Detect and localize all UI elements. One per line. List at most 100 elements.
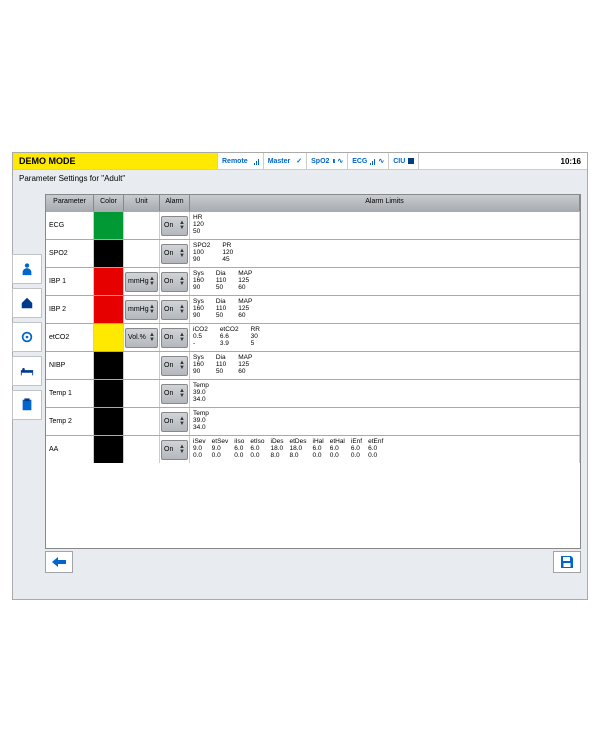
cell-alarm[interactable]: On▲▼ xyxy=(160,268,190,295)
stepper-arrows-icon: ▲▼ xyxy=(179,389,185,399)
status-master[interactable]: Master ✓ xyxy=(264,153,307,169)
sidebar-home[interactable] xyxy=(12,288,42,318)
cell-alarm[interactable]: On▲▼ xyxy=(160,408,190,435)
sidebar-bed[interactable] xyxy=(12,356,42,386)
cell-color[interactable] xyxy=(94,240,124,267)
color-swatch xyxy=(94,268,123,295)
cell-limits: Sys16090Dia11050MAP12560 xyxy=(190,352,580,379)
cell-parameter: Temp 1 xyxy=(46,380,94,407)
stepper-arrows-icon: ▲▼ xyxy=(179,277,185,287)
demo-mode-banner: DEMO MODE xyxy=(13,153,218,169)
cell-unit xyxy=(124,352,160,379)
color-swatch xyxy=(94,436,123,463)
cell-limits: iCO20.5-etCO26.63.9RR305 xyxy=(190,324,580,351)
stepper[interactable]: mmHg▲▼ xyxy=(125,272,158,292)
cell-alarm[interactable]: On▲▼ xyxy=(160,240,190,267)
stepper[interactable]: On▲▼ xyxy=(161,300,188,320)
table-row: AA On▲▼iSev9.00.0etSev9.00.0iIso6.00.0etI… xyxy=(46,435,580,463)
lines-icon: ıı xyxy=(332,158,334,165)
stepper[interactable]: On▲▼ xyxy=(161,328,188,348)
square-icon xyxy=(408,158,414,164)
table-row: IBP 1 mmHg▲▼On▲▼Sys16090Dia11050MAP12560 xyxy=(46,267,580,295)
table-row: IBP 2 mmHg▲▼On▲▼Sys16090Dia11050MAP12560 xyxy=(46,295,580,323)
cell-unit xyxy=(124,408,160,435)
stepper[interactable]: On▲▼ xyxy=(161,384,188,404)
cell-unit[interactable]: mmHg▲▼ xyxy=(124,268,160,295)
cell-unit xyxy=(124,240,160,267)
cell-alarm[interactable]: On▲▼ xyxy=(160,380,190,407)
cell-unit[interactable]: mmHg▲▼ xyxy=(124,296,160,323)
cell-color[interactable] xyxy=(94,380,124,407)
cell-alarm[interactable]: On▲▼ xyxy=(160,324,190,351)
cell-color[interactable] xyxy=(94,408,124,435)
cell-parameter: ECG xyxy=(46,212,94,239)
stepper-arrows-icon: ▲▼ xyxy=(179,445,185,455)
cell-color[interactable] xyxy=(94,268,124,295)
signal-bars-icon xyxy=(254,158,259,165)
cell-alarm[interactable]: On▲▼ xyxy=(160,212,190,239)
stepper[interactable]: On▲▼ xyxy=(161,356,188,376)
cell-limits: Sys16090Dia11050MAP12560 xyxy=(190,268,580,295)
check-icon: ✓ xyxy=(296,157,302,165)
wave-icon: ∿ xyxy=(378,157,384,165)
col-color: Color xyxy=(94,195,124,211)
stepper[interactable]: On▲▼ xyxy=(161,216,188,236)
status-remote[interactable]: Remote xyxy=(218,153,264,169)
stepper[interactable]: mmHg▲▼ xyxy=(125,300,158,320)
cell-color[interactable] xyxy=(94,436,124,463)
stepper[interactable]: On▲▼ xyxy=(161,440,188,460)
stepper[interactable]: On▲▼ xyxy=(161,412,188,432)
color-swatch xyxy=(94,408,123,435)
cell-parameter: AA xyxy=(46,436,94,463)
cell-limits: Sys16090Dia11050MAP12560 xyxy=(190,296,580,323)
home-icon xyxy=(20,296,34,310)
table-row: ECGOn▲▼HR12050 xyxy=(46,211,580,239)
arrow-left-icon xyxy=(52,557,66,567)
cell-parameter: IBP 2 xyxy=(46,296,94,323)
stepper[interactable]: On▲▼ xyxy=(161,272,188,292)
sidebar-clipboard[interactable] xyxy=(12,390,42,420)
color-swatch xyxy=(94,240,123,267)
color-swatch xyxy=(94,380,123,407)
col-alarm: Alarm xyxy=(160,195,190,211)
status-ecg[interactable]: ECG ∿ xyxy=(348,153,389,169)
cell-parameter: IBP 1 xyxy=(46,268,94,295)
cell-alarm[interactable]: On▲▼ xyxy=(160,296,190,323)
cell-unit xyxy=(124,436,160,463)
table-header: Parameter Color Unit Alarm Alarm Limits xyxy=(46,195,580,211)
status-spo2[interactable]: SpO2 ıı ∿ xyxy=(307,153,348,169)
stepper-arrows-icon: ▲▼ xyxy=(179,305,185,315)
cell-parameter: etCO2 xyxy=(46,324,94,351)
cell-color[interactable] xyxy=(94,296,124,323)
cell-parameter: SPO2 xyxy=(46,240,94,267)
table-row: NIBP On▲▼Sys16090Dia11050MAP12560 xyxy=(46,351,580,379)
sidebar-patient[interactable] xyxy=(12,254,42,284)
stepper-arrows-icon: ▲▼ xyxy=(179,221,185,231)
signal-bars-icon xyxy=(370,158,375,165)
color-swatch xyxy=(94,296,123,323)
cell-limits: iSev9.00.0etSev9.00.0iIso6.00.0etIso6.00… xyxy=(190,436,580,463)
cell-parameter: NIBP xyxy=(46,352,94,379)
cell-limits: Temp39.034.0 xyxy=(190,408,580,435)
stepper-arrows-icon: ▲▼ xyxy=(149,277,155,287)
stepper[interactable]: Vol.%▲▼ xyxy=(125,328,158,348)
color-swatch xyxy=(94,352,123,379)
cell-alarm[interactable]: On▲▼ xyxy=(160,352,190,379)
sidebar-settings[interactable] xyxy=(12,322,42,352)
status-ciu[interactable]: CIU xyxy=(389,153,419,169)
save-icon xyxy=(560,555,574,569)
table-row: SPO2On▲▼SPO210090PR12045 xyxy=(46,239,580,267)
stepper-arrows-icon: ▲▼ xyxy=(149,305,155,315)
cell-color[interactable] xyxy=(94,324,124,351)
stepper-arrows-icon: ▲▼ xyxy=(179,333,185,343)
cell-unit[interactable]: Vol.%▲▼ xyxy=(124,324,160,351)
cell-alarm[interactable]: On▲▼ xyxy=(160,436,190,463)
wave-icon: ∿ xyxy=(337,157,343,165)
table-row: etCO2 Vol.%▲▼On▲▼iCO20.5-etCO26.63.9RR305 xyxy=(46,323,580,351)
cell-color[interactable] xyxy=(94,212,124,239)
sidebar xyxy=(12,254,42,424)
save-button[interactable] xyxy=(553,551,581,573)
stepper[interactable]: On▲▼ xyxy=(161,244,188,264)
cell-color[interactable] xyxy=(94,352,124,379)
back-button[interactable] xyxy=(45,551,73,573)
